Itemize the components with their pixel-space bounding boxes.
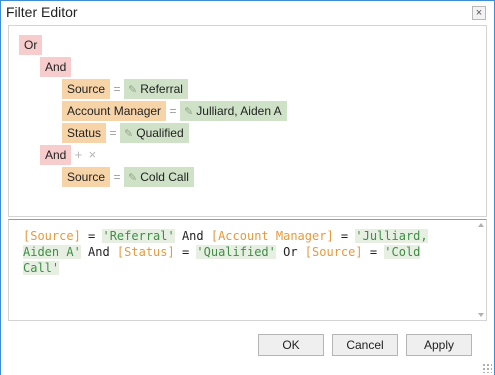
condition-value-text: Julliard, Aiden A (196, 104, 282, 118)
expression-scrollbar[interactable] (476, 220, 486, 320)
pencil-icon: ✎ (128, 84, 138, 96)
condition-operator[interactable]: = (110, 167, 124, 187)
condition-value[interactable]: ✎ Julliard, Aiden A (180, 101, 287, 121)
window-title: Filter Editor (6, 4, 78, 20)
condition-value[interactable]: ✎ Qualified (120, 123, 189, 143)
scroll-up-icon[interactable] (478, 223, 484, 227)
group-operator-and[interactable]: And (40, 145, 72, 165)
condition-field[interactable]: Status (62, 123, 107, 143)
expr-token: = (80, 229, 103, 243)
group-operator-and[interactable]: And (40, 57, 72, 77)
expr-token: [Source] (304, 245, 363, 259)
close-icon[interactable]: × (472, 6, 486, 20)
condition-value-text: Cold Call (140, 170, 189, 184)
condition-field[interactable]: Source (62, 167, 111, 187)
condition-value[interactable]: ✎ Referral (124, 79, 188, 99)
condition-operator[interactable]: = (106, 123, 120, 143)
expr-token: 'Qualified' (196, 245, 276, 259)
group-1: And (40, 57, 72, 77)
apply-button[interactable]: Apply (406, 334, 472, 356)
condition-value-text: Referral (140, 82, 183, 96)
condition-operator[interactable]: = (166, 101, 180, 121)
filter-tree-pane: Or And Source = ✎ Referral Account Manager =… (8, 25, 487, 217)
condition-row: Source = ✎ Cold Call (62, 167, 194, 187)
expr-token: = (174, 245, 197, 259)
expr-token: [Status] (116, 245, 175, 259)
condition-field[interactable]: Account Manager (62, 101, 167, 121)
filter-editor-window: Filter Editor × Or And Source = ✎ Referral … (0, 0, 495, 375)
cancel-button[interactable]: Cancel (332, 334, 398, 356)
condition-operator[interactable]: = (110, 79, 124, 99)
expr-token: And (80, 245, 117, 259)
add-condition-icon[interactable]: + (71, 145, 85, 165)
condition-row: Source = ✎ Referral (62, 79, 188, 99)
ok-button[interactable]: OK (258, 334, 324, 356)
expr-token: = (362, 245, 385, 259)
expr-token: = (333, 229, 356, 243)
expr-token: Or (275, 245, 305, 259)
expr-token: And (174, 229, 211, 243)
pencil-icon: ✎ (124, 128, 134, 140)
pencil-icon: ✎ (128, 172, 138, 184)
condition-value[interactable]: ✎ Cold Call (124, 167, 194, 187)
dialog-footer: OK Cancel Apply (1, 321, 494, 375)
condition-value-text: Qualified (136, 126, 184, 140)
expression-pane[interactable]: [Source] = 'Referral' And [Account Manag… (8, 219, 487, 321)
remove-group-icon[interactable]: × (85, 145, 99, 165)
condition-row: Status = ✎ Qualified (62, 123, 189, 143)
pencil-icon: ✎ (184, 106, 194, 118)
group-2: And + × (40, 145, 99, 165)
expr-token: [Source] (23, 229, 81, 243)
condition-field[interactable]: Source (62, 79, 111, 99)
root-group: Or (19, 35, 43, 55)
expr-token: 'Referral' (102, 229, 175, 243)
condition-row: Account Manager = ✎ Julliard, Aiden A (62, 101, 287, 121)
scroll-down-icon[interactable] (478, 313, 484, 317)
expr-token: [Account Manager] (210, 229, 334, 243)
title-bar: Filter Editor × (1, 1, 494, 25)
filter-expression-text[interactable]: [Source] = 'Referral' And [Account Manag… (23, 228, 463, 276)
group-operator-or[interactable]: Or (19, 35, 43, 55)
resize-grip-icon[interactable] (482, 363, 492, 373)
